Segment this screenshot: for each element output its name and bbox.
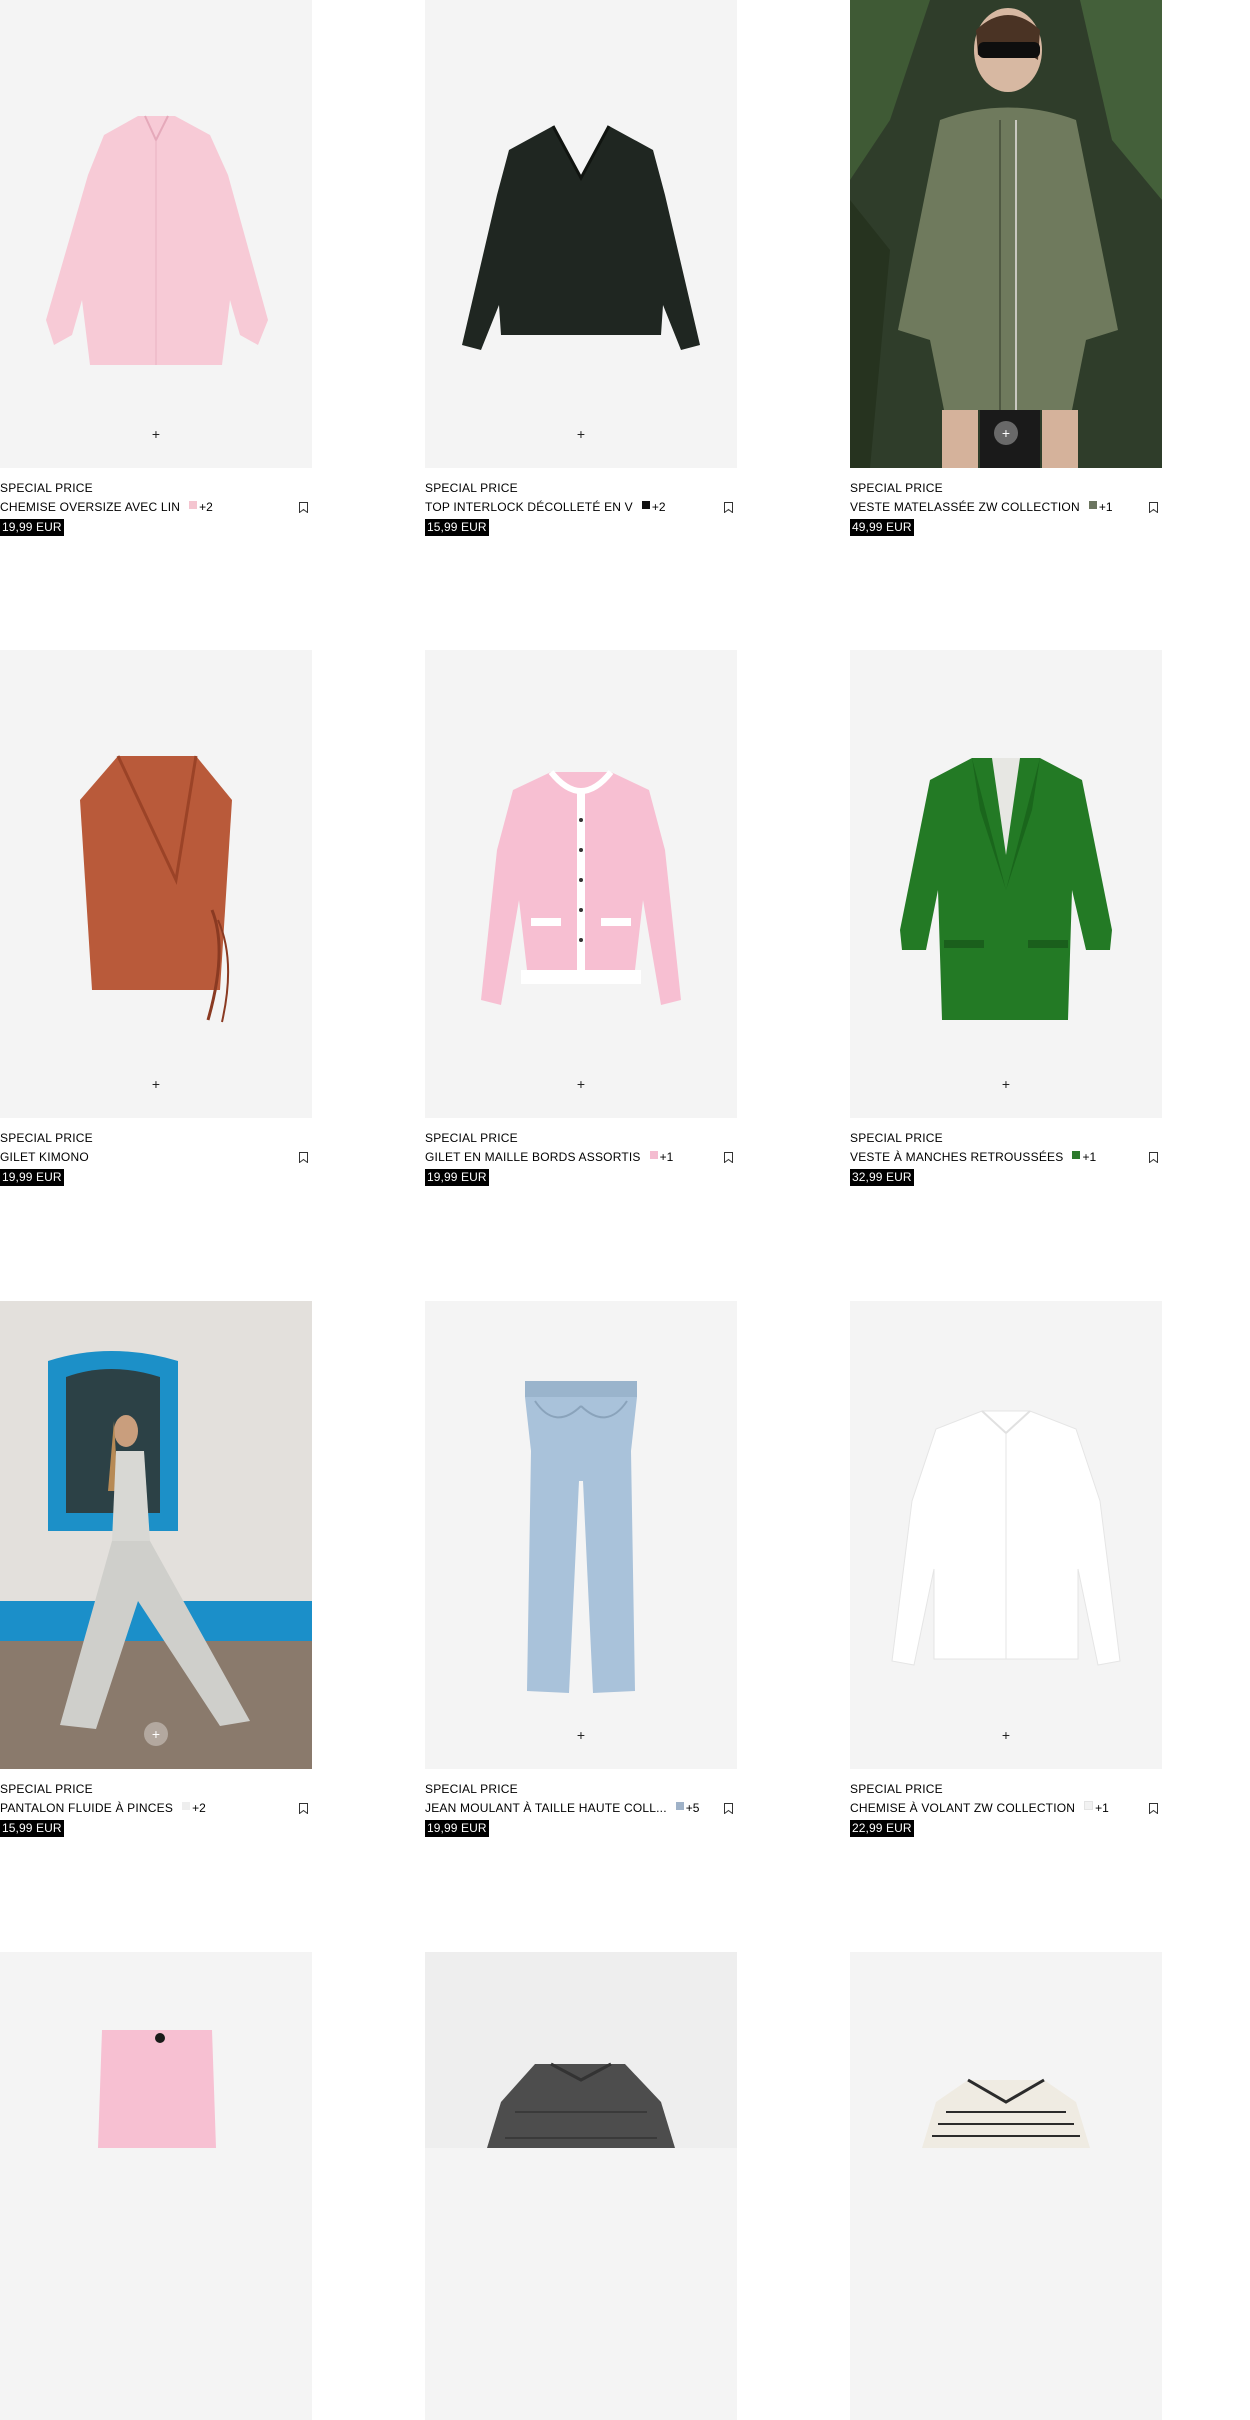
- product-name[interactable]: JEAN MOULANT À TAILLE HAUTE COLL...: [425, 1801, 667, 1815]
- product-card[interactable]: + SPECIAL PRICE CHEMISE OVERSIZE AVEC LI…: [0, 0, 312, 536]
- price-tag: 49,99 EUR: [850, 519, 914, 536]
- more-colors-count[interactable]: +5: [686, 1801, 700, 1815]
- bookmark-icon[interactable]: [1149, 1152, 1158, 1163]
- price-tag: 19,99 EUR: [425, 1169, 489, 1186]
- product-image[interactable]: +: [425, 0, 737, 468]
- price-tag: 19,99 EUR: [0, 519, 64, 536]
- bookmark-icon[interactable]: [1149, 502, 1158, 513]
- color-swatch[interactable]: [649, 1151, 658, 1159]
- special-price-label: SPECIAL PRICE: [850, 1131, 943, 1145]
- green-blazer-illustration: [850, 650, 1162, 1118]
- color-swatch[interactable]: [1072, 1151, 1081, 1159]
- product-image[interactable]: +: [850, 0, 1162, 468]
- product-image[interactable]: [425, 1952, 737, 2420]
- product-name[interactable]: GILET EN MAILLE BORDS ASSORTIS: [425, 1150, 641, 1164]
- product-name[interactable]: GILET KIMONO: [0, 1150, 89, 1164]
- add-to-bag-icon[interactable]: +: [146, 1074, 166, 1094]
- add-to-bag-icon[interactable]: +: [144, 1722, 168, 1746]
- product-card[interactable]: + SPECIAL PRICE CHEMISE À VOLANT ZW COLL…: [850, 1301, 1162, 1837]
- price-tag: 19,99 EUR: [0, 1169, 64, 1186]
- product-image[interactable]: +: [425, 650, 737, 1118]
- more-colors-count[interactable]: +2: [192, 1801, 206, 1815]
- bookmark-icon[interactable]: [724, 1152, 733, 1163]
- model-wide-pants-photo: [0, 1301, 312, 1769]
- striped-shirt-illustration: [850, 1952, 1162, 2148]
- bookmark-icon[interactable]: [724, 502, 733, 513]
- special-price-label: SPECIAL PRICE: [425, 1131, 518, 1145]
- product-image[interactable]: [0, 1952, 312, 2420]
- add-to-bag-icon[interactable]: +: [994, 421, 1018, 445]
- black-top-illustration: [425, 0, 737, 468]
- product-card[interactable]: [425, 1952, 737, 2420]
- color-swatch[interactable]: [1084, 1801, 1094, 1810]
- color-swatch[interactable]: [1088, 501, 1097, 509]
- product-card[interactable]: [0, 1952, 312, 2420]
- price-tag: 15,99 EUR: [0, 1820, 64, 1837]
- more-colors-count[interactable]: +1: [1099, 500, 1113, 514]
- product-card[interactable]: + SPECIAL PRICE VESTE MATELASSÉE ZW COLL…: [850, 0, 1162, 536]
- price-tag: 22,99 EUR: [850, 1820, 914, 1837]
- product-image[interactable]: +: [0, 1301, 312, 1769]
- jeans-illustration: [425, 1301, 737, 1769]
- bookmark-icon[interactable]: [1149, 1803, 1158, 1814]
- white-shirt-illustration: [850, 1301, 1162, 1769]
- product-card[interactable]: + SPECIAL PRICE JEAN MOULANT À TAILLE HA…: [425, 1301, 737, 1837]
- special-price-label: SPECIAL PRICE: [850, 1782, 943, 1796]
- product-image[interactable]: +: [850, 1301, 1162, 1769]
- color-swatch[interactable]: [675, 1802, 684, 1810]
- bookmark-icon[interactable]: [299, 1152, 308, 1163]
- rust-vest-illustration: [0, 650, 312, 1118]
- more-colors-count[interactable]: +2: [199, 500, 213, 514]
- bookmark-icon[interactable]: [299, 1803, 308, 1814]
- product-image[interactable]: [850, 1952, 1162, 2420]
- special-price-label: SPECIAL PRICE: [425, 481, 518, 495]
- product-image[interactable]: +: [0, 0, 312, 468]
- add-to-bag-icon[interactable]: +: [571, 424, 591, 444]
- product-name[interactable]: PANTALON FLUIDE À PINCES: [0, 1801, 173, 1815]
- pink-shirt-illustration: [0, 0, 312, 468]
- product-name[interactable]: VESTE À MANCHES RETROUSSÉES: [850, 1150, 1063, 1164]
- add-to-bag-icon[interactable]: +: [146, 424, 166, 444]
- color-swatch[interactable]: [641, 501, 650, 509]
- pink-cardigan-illustration: [425, 650, 737, 1118]
- product-image[interactable]: +: [850, 650, 1162, 1118]
- special-price-label: SPECIAL PRICE: [425, 1782, 518, 1796]
- more-colors-count[interactable]: +1: [660, 1150, 674, 1164]
- color-swatch[interactable]: [189, 501, 198, 509]
- special-price-label: SPECIAL PRICE: [0, 1782, 93, 1796]
- add-to-bag-icon[interactable]: +: [571, 1074, 591, 1094]
- product-name[interactable]: CHEMISE OVERSIZE AVEC LIN: [0, 500, 180, 514]
- product-name[interactable]: VESTE MATELASSÉE ZW COLLECTION: [850, 500, 1080, 514]
- bookmark-icon[interactable]: [299, 502, 308, 513]
- add-to-bag-icon[interactable]: +: [996, 1725, 1016, 1745]
- more-colors-count[interactable]: +1: [1082, 1150, 1096, 1164]
- price-tag: 15,99 EUR: [425, 519, 489, 536]
- product-name[interactable]: CHEMISE À VOLANT ZW COLLECTION: [850, 1801, 1075, 1815]
- bookmark-icon[interactable]: [724, 1803, 733, 1814]
- more-colors-count[interactable]: +1: [1095, 1801, 1109, 1815]
- puffer-jacket-illustration: [425, 1952, 737, 2148]
- special-price-label: SPECIAL PRICE: [0, 481, 93, 495]
- special-price-label: SPECIAL PRICE: [0, 1131, 93, 1145]
- pink-pants-illustration: [0, 1952, 312, 2148]
- product-card[interactable]: + SPECIAL PRICE GILET KIMONO 19,99 EUR: [0, 650, 312, 1186]
- product-card[interactable]: [850, 1952, 1162, 2420]
- product-image[interactable]: +: [425, 1301, 737, 1769]
- color-swatch[interactable]: [182, 1802, 191, 1810]
- add-to-bag-icon[interactable]: +: [571, 1725, 591, 1745]
- special-price-label: SPECIAL PRICE: [850, 481, 943, 495]
- price-tag: 32,99 EUR: [850, 1169, 914, 1186]
- product-card[interactable]: + SPECIAL PRICE PANTALON FLUIDE À PINCES…: [0, 1301, 312, 1837]
- product-card[interactable]: + SPECIAL PRICE GILET EN MAILLE BORDS AS…: [425, 650, 737, 1186]
- product-name[interactable]: TOP INTERLOCK DÉCOLLETÉ EN V: [425, 500, 633, 514]
- product-card[interactable]: + SPECIAL PRICE VESTE À MANCHES RETROUSS…: [850, 650, 1162, 1186]
- more-colors-count[interactable]: +2: [652, 500, 666, 514]
- product-grid: + SPECIAL PRICE CHEMISE OVERSIZE AVEC LI…: [0, 0, 1250, 2420]
- add-to-bag-icon[interactable]: +: [996, 1074, 1016, 1094]
- model-quilted-jacket-photo: [850, 0, 1162, 468]
- product-card[interactable]: + SPECIAL PRICE TOP INTERLOCK DÉCOLLETÉ …: [425, 0, 737, 536]
- product-image[interactable]: +: [0, 650, 312, 1118]
- price-tag: 19,99 EUR: [425, 1820, 489, 1837]
